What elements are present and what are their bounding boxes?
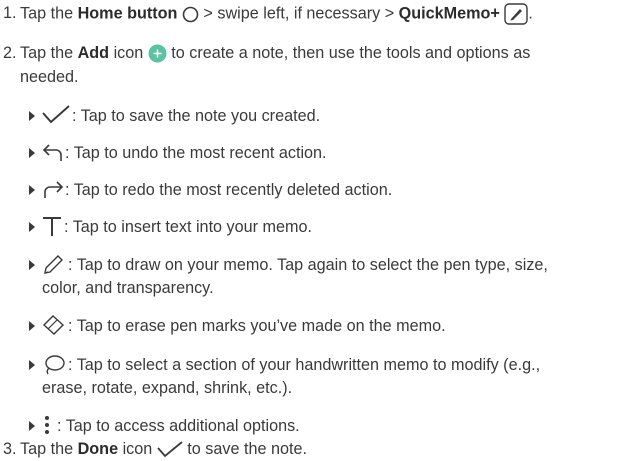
bullet-triangle-icon [29, 222, 35, 232]
option-continuation: erase, rotate, expand, shrink, etc.). [42, 379, 293, 397]
option-row: : Tap to select a section of your handwr… [0, 355, 632, 377]
done-label: Done [77, 440, 119, 458]
undo-icon [42, 144, 62, 161]
pen-icon [44, 255, 63, 274]
bullet-triangle-icon [29, 421, 35, 431]
step-number: 3. [3, 440, 17, 458]
option-row: : Tap to save the note you created. [0, 105, 632, 128]
home-button-label: Home button [77, 4, 178, 23]
option-row: : Tap to access additional options. [0, 416, 632, 438]
step-1-text: Tap the Home button > swipe left, if nec… [20, 3, 533, 25]
lasso-icon [45, 355, 65, 375]
step-2-continuation: needed. [20, 68, 79, 86]
step-3-text: Tap the Done icon to save the note. [20, 440, 307, 458]
redo-icon [44, 181, 64, 198]
option-continuation: color, and transparency. [42, 279, 214, 297]
bullet-triangle-icon [29, 148, 35, 158]
home-circle-icon [182, 6, 199, 22]
bullet-triangle-icon [29, 111, 35, 121]
done-checkmark-icon [157, 441, 183, 457]
eraser-icon [42, 315, 65, 335]
add-label: Add [77, 44, 110, 62]
more-options-icon [45, 416, 49, 434]
step-2-text: Tap the Add icon to create a note, then … [20, 44, 531, 63]
option-row: : Tap to draw on your memo. Tap again to… [0, 255, 632, 277]
option-row: : Tap to redo the most recently deleted … [0, 180, 632, 202]
quickmemo-pen-icon [504, 3, 529, 25]
bullet-triangle-icon [29, 360, 35, 370]
option-row: : Tap to erase pen marks you’ve made on … [0, 315, 632, 338]
quickmemo-label: QuickMemo+ [398, 4, 500, 23]
bullet-triangle-icon [29, 185, 35, 195]
checkmark-icon [42, 105, 70, 124]
option-row: : Tap to insert text into your memo. [0, 217, 632, 239]
step-number: 2. [3, 44, 17, 62]
step-number: 1. [3, 4, 17, 22]
instructions-document: 1. Tap the Home button > swipe left, if … [0, 0, 632, 461]
bullet-triangle-icon [29, 321, 35, 331]
text-t-icon [43, 217, 61, 236]
add-icon [148, 44, 167, 63]
option-row: : Tap to undo the most recent action. [0, 143, 632, 165]
bullet-triangle-icon [29, 260, 35, 270]
